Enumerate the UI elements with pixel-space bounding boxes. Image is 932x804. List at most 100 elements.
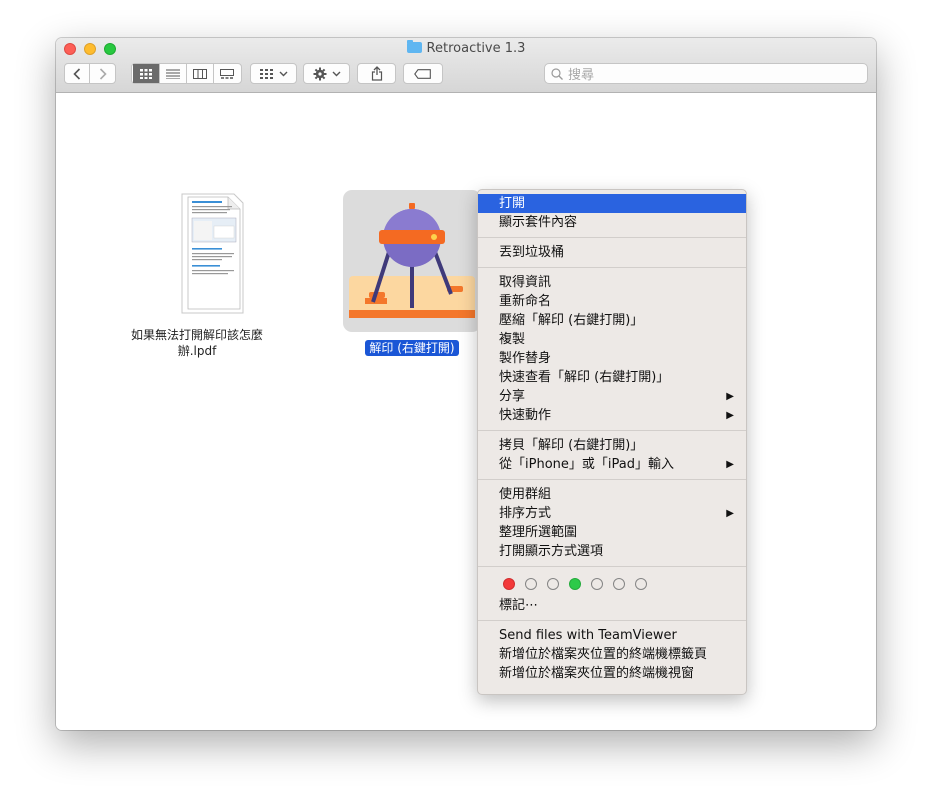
file-item[interactable]: 如果無法打開解印該怎麼 辦.lpdf	[122, 193, 272, 359]
columns-icon	[192, 68, 207, 79]
gear-icon	[313, 67, 326, 80]
tag-color-dot[interactable]	[569, 578, 581, 590]
selection-highlight	[343, 190, 481, 332]
menu-separator	[478, 237, 746, 238]
menu-item[interactable]: 打開	[478, 194, 746, 213]
submenu-arrow-icon: ▶	[726, 391, 734, 402]
menu-item-label: Send files with TeamViewer	[499, 628, 677, 643]
menu-item-label: 新增位於檔案夾位置的終端機標籤頁	[499, 647, 708, 662]
menu-item-label: 複製	[499, 332, 526, 347]
menu-separator	[478, 566, 746, 567]
menu-item-label: 製作替身	[499, 351, 552, 366]
tag-color-dot[interactable]	[525, 578, 537, 590]
chevron-down-icon	[332, 71, 340, 76]
menu-item-label: 快速查看「解印 (右鍵打開)」	[499, 370, 670, 385]
menu-item-label: 拷貝「解印 (右鍵打開)」	[499, 438, 644, 453]
back-button[interactable]	[65, 64, 90, 83]
menu-item[interactable]: 新增位於檔案夾位置的終端機標籤頁	[478, 645, 746, 664]
gallery-view-button[interactable]	[214, 64, 241, 83]
submenu-arrow-icon: ▶	[726, 459, 734, 470]
menu-item-label: 新增位於檔案夾位置的終端機視窗	[499, 666, 695, 681]
menu-item-label: 快速動作	[499, 408, 552, 423]
tag-color-dot[interactable]	[547, 578, 559, 590]
tag-color-dot[interactable]	[613, 578, 625, 590]
menu-item-label: 整理所選範圍	[499, 525, 578, 540]
gallery-icon	[220, 68, 234, 79]
menu-item[interactable]: 快速查看「解印 (右鍵打開)」	[478, 368, 746, 387]
finder-window: Retroactive 1.3 搜尋 如果無法打開解印該怎麼 辦.lpdf 解印…	[56, 38, 876, 730]
menu-item[interactable]: 重新命名	[478, 292, 746, 311]
menu-item[interactable]: 分享 ▶	[478, 387, 746, 406]
menu-item-label: 排序方式	[499, 506, 552, 521]
menu-item[interactable]: 顯示套件內容	[478, 213, 746, 232]
menu-item[interactable]: 打開顯示方式選項	[478, 542, 746, 561]
window-title: Retroactive 1.3	[56, 40, 876, 58]
edit-tags-button[interactable]	[403, 63, 443, 84]
tag-icon	[414, 68, 431, 79]
menu-item[interactable]: 複製	[478, 330, 746, 349]
nav-buttons	[64, 63, 116, 84]
menu-item[interactable]: 從「iPhone」或「iPad」輸入 ▶	[478, 455, 746, 474]
column-view-button[interactable]	[187, 64, 214, 83]
app-name-label: 解印 (右鍵打開)	[365, 340, 459, 356]
menu-item[interactable]: 丟到垃圾桶	[478, 243, 746, 262]
menu-item[interactable]: 整理所選範圍	[478, 523, 746, 542]
menu-item-label: 使用群組	[499, 487, 552, 502]
menu-item-label: 打開	[499, 196, 526, 211]
search-placeholder: 搜尋	[568, 68, 595, 83]
tag-color-dot[interactable]	[591, 578, 603, 590]
file-name: 如果無法打開解印該怎麼 辦.lpdf	[130, 328, 263, 358]
menu-item-label: 壓縮「解印 (右鍵打開)」	[499, 313, 644, 328]
tag-color-dot[interactable]	[503, 578, 515, 590]
menu-item-label: 丟到垃圾桶	[499, 245, 565, 260]
context-menu: 打開顯示套件內容 丟到垃圾桶取得資訊重新命名壓縮「解印 (右鍵打開)」 複製製作替身…	[477, 189, 747, 695]
pdf-document-icon	[181, 193, 244, 314]
menu-item-label: 標記⋯	[499, 598, 539, 613]
icon-grid-icon	[139, 68, 152, 79]
group-by-button[interactable]	[250, 63, 297, 84]
menu-item[interactable]: 拷貝「解印 (右鍵打開)」	[478, 436, 746, 455]
submenu-arrow-icon: ▶	[726, 410, 734, 421]
menu-item-label: 重新命名	[499, 294, 552, 309]
folder-icon	[406, 40, 422, 53]
menu-item[interactable]: 製作替身	[478, 349, 746, 368]
icon-view-button[interactable]	[132, 64, 160, 83]
chevron-left-icon	[73, 67, 81, 80]
tag-color-row	[478, 572, 746, 596]
menu-item[interactable]: 標記⋯	[478, 596, 746, 615]
app-icon	[349, 203, 475, 318]
chevron-right-icon	[99, 67, 107, 80]
chevron-down-icon	[279, 71, 287, 76]
app-item-selected[interactable]: 解印 (右鍵打開)	[342, 190, 482, 356]
forward-button[interactable]	[90, 64, 115, 83]
view-mode-control	[131, 63, 242, 84]
menu-item[interactable]: 新增位於檔案夾位置的終端機視窗	[478, 664, 746, 683]
action-button[interactable]	[303, 63, 350, 84]
menu-item-label: 顯示套件內容	[499, 215, 578, 230]
menu-item[interactable]: 取得資訊	[478, 273, 746, 292]
share-icon	[371, 66, 382, 81]
group-grid-icon	[259, 68, 273, 79]
menu-item[interactable]: Send files with TeamViewer	[478, 626, 746, 645]
search-icon	[551, 67, 563, 80]
tag-color-dot[interactable]	[635, 578, 647, 590]
menu-item[interactable]: 快速動作 ▶	[478, 406, 746, 425]
share-button[interactable]	[357, 63, 396, 84]
menu-item-label: 打開顯示方式選項	[499, 544, 604, 559]
menu-separator	[478, 430, 746, 431]
menu-separator	[478, 620, 746, 621]
menu-item[interactable]: 排序方式 ▶	[478, 504, 746, 523]
file-area: 如果無法打開解印該怎麼 辦.lpdf 解印 (右鍵打開)	[56, 93, 876, 730]
menu-separator	[478, 267, 746, 268]
list-icon	[165, 69, 180, 79]
titlebar: Retroactive 1.3 搜尋	[56, 38, 876, 93]
submenu-arrow-icon: ▶	[726, 508, 734, 519]
menu-item[interactable]: 使用群組	[478, 485, 746, 504]
list-view-button[interactable]	[160, 64, 187, 83]
menu-item[interactable]: 壓縮「解印 (右鍵打開)」	[478, 311, 746, 330]
search-input[interactable]: 搜尋	[544, 63, 868, 84]
menu-item-label: 取得資訊	[499, 275, 552, 290]
menu-separator	[478, 479, 746, 480]
menu-item-label: 分享	[499, 389, 526, 404]
menu-item-label: 從「iPhone」或「iPad」輸入	[499, 457, 674, 472]
